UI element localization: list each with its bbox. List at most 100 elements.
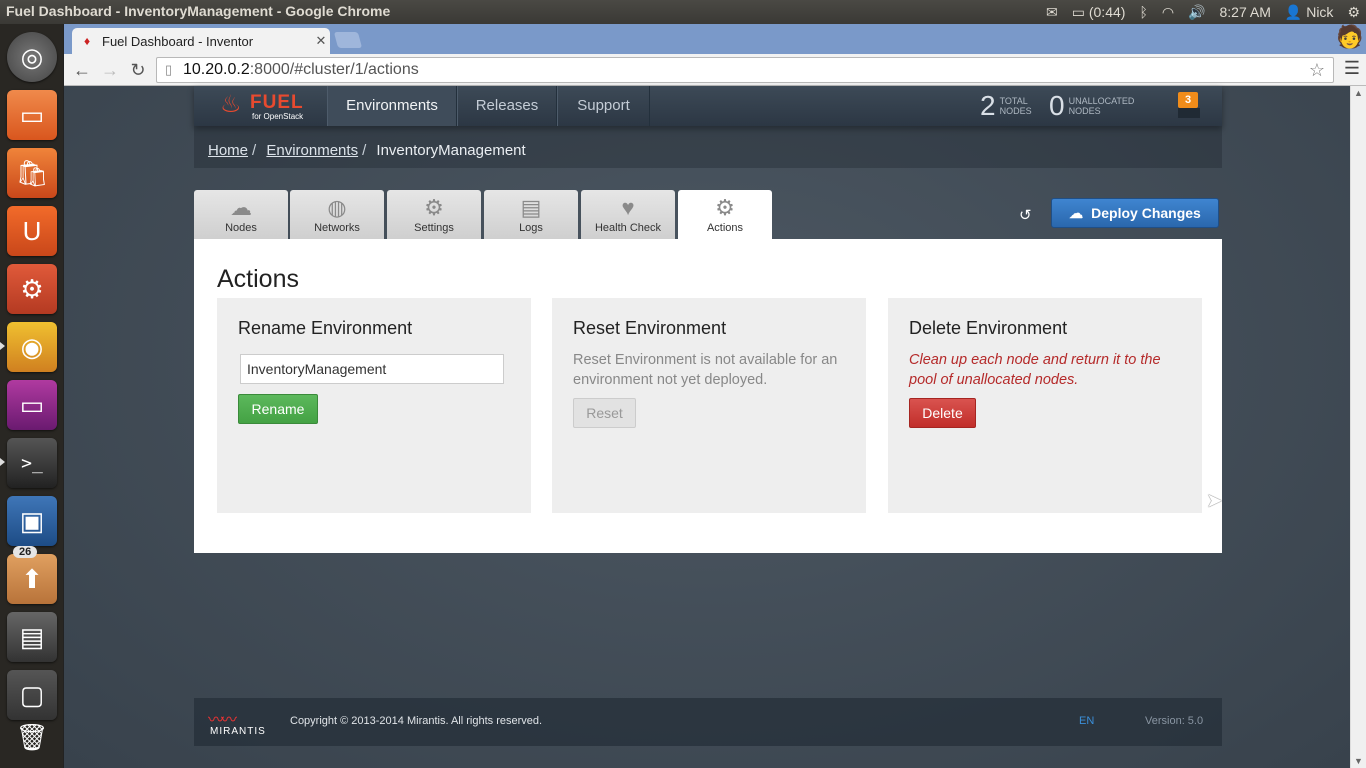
reset-environment-card: Reset Environment Reset Environment is n…: [552, 298, 866, 513]
total-nodes-count: 2: [980, 90, 996, 121]
unallocated-nodes-stat: 0 UNALLOCATED NODES: [1049, 90, 1134, 122]
unallocated-label-line2: NODES: [1068, 106, 1101, 116]
power-gear-icon[interactable]: ⚙: [1347, 4, 1360, 21]
folder-icon[interactable]: ▭: [7, 90, 57, 140]
system-top-panel: Fuel Dashboard - InventoryManagement - G…: [0, 0, 1366, 24]
scroll-down-arrow-icon[interactable]: ▼: [1354, 756, 1363, 766]
scroll-up-arrow-icon[interactable]: ▲: [1354, 88, 1363, 98]
profile-avatar-icon[interactable]: 🧑: [1336, 24, 1364, 52]
reset-button[interactable]: Reset: [573, 398, 636, 428]
shopping-bag-icon[interactable]: 🛍: [7, 148, 57, 198]
breadcrumb-separator: /: [362, 142, 367, 159]
page-footer: 〰〰 MIRANTIS Copyright © 2013-2014 Mirant…: [194, 698, 1222, 746]
url-path: :8000/#cluster/1/actions: [249, 61, 419, 78]
fuel-navbar: ♨ FUEL for OpenStack Environments Releas…: [194, 86, 1222, 126]
system-tray: ✉ ▭ (0:44) ᛒ ◠ 🔊 8:27 AM 👤 Nick ⚙: [1046, 0, 1360, 24]
window-title: Fuel Dashboard - InventoryManagement - G…: [6, 3, 391, 19]
tab-settings[interactable]: ⚙ Settings: [387, 190, 481, 239]
volume-icon[interactable]: 🔊: [1188, 4, 1205, 21]
page-viewport: ♨ FUEL for OpenStack Environments Releas…: [64, 86, 1350, 768]
reset-card-title: Reset Environment: [573, 318, 727, 338]
terminal-icon[interactable]: >_: [7, 438, 57, 488]
close-icon[interactable]: ✕: [312, 33, 330, 49]
bookmark-star-icon[interactable]: ☆: [1309, 58, 1325, 82]
user-icon: 👤: [1284, 3, 1303, 20]
bluetooth-icon[interactable]: ᛒ: [1139, 4, 1147, 20]
unallocated-label-line1: UNALLOCATED: [1068, 96, 1135, 106]
rename-button[interactable]: Rename: [238, 394, 318, 424]
language-switch[interactable]: EN: [1079, 715, 1094, 727]
ubuntu-one-icon[interactable]: U: [7, 206, 57, 256]
page-scrollbar[interactable]: ▲ ▼: [1350, 86, 1366, 768]
page-title: Actions: [217, 265, 299, 293]
tab-label: Health Check: [594, 222, 662, 234]
tab-actions[interactable]: ⚙ Actions: [678, 190, 772, 240]
gear-wrench-icon[interactable]: ⚙: [7, 264, 57, 314]
page-icon: ▯: [165, 62, 173, 77]
unallocated-nodes-label: UNALLOCATED NODES: [1069, 96, 1135, 116]
update-icon[interactable]: ⬆ 26: [7, 546, 57, 604]
tab-health-check[interactable]: ♥ Health Check: [581, 190, 675, 239]
update-count-badge: 26: [13, 546, 38, 558]
tab-networks[interactable]: ◍ Networks: [290, 190, 384, 239]
total-nodes-stat: 2 TOTAL NODES: [980, 90, 1032, 122]
trash-icon[interactable]: 🗑: [7, 712, 57, 762]
mirantis-brand: MIRANTIS: [210, 726, 266, 737]
breadcrumb-current: InventoryManagement: [376, 142, 526, 159]
monitor-icon[interactable]: ▭: [7, 380, 57, 430]
chrome-menu-icon[interactable]: ☰: [1344, 58, 1360, 79]
user-menu[interactable]: 👤 Nick: [1285, 4, 1334, 21]
version-text: Version: 5.0: [1145, 715, 1204, 727]
notifications-button[interactable]: 3: [1178, 92, 1204, 118]
notification-bubble-icon: [1178, 108, 1200, 118]
nav-releases[interactable]: Releases: [457, 86, 557, 126]
breadcrumb-home[interactable]: Home: [208, 142, 248, 159]
new-tab-button[interactable]: [333, 32, 363, 48]
tab-label: Logs: [519, 222, 543, 234]
fuel-logo-icon: ♨: [220, 91, 242, 118]
battery-icon: ▭: [1071, 3, 1085, 20]
tab-logs[interactable]: ▤ Logs: [484, 190, 578, 239]
actions-panel: Actions Rename Environment Rename Reset …: [194, 239, 1222, 553]
address-bar[interactable]: ▯ 10.20.0.2:8000/#cluster/1/actions ☆: [156, 57, 1334, 83]
cloud-upload-icon: ☁: [1069, 204, 1084, 221]
delete-button[interactable]: Delete: [909, 398, 976, 428]
unallocated-nodes-count: 0: [1049, 90, 1065, 121]
chrome-icon[interactable]: ◉: [7, 322, 57, 372]
deploy-changes-button[interactable]: ☁ Deploy Changes: [1051, 198, 1219, 228]
battery-time: (0:44): [1088, 3, 1126, 20]
mirantis-logo[interactable]: 〰〰 MIRANTIS: [204, 706, 268, 738]
total-nodes-label: TOTAL NODES: [1000, 96, 1032, 116]
reload-icon[interactable]: ↻: [126, 58, 150, 82]
ubuntu-logo-icon[interactable]: ◎: [7, 32, 57, 82]
running-indicator: [0, 458, 5, 466]
forward-arrow-icon[interactable]: →: [98, 58, 122, 82]
gear-icon: ⚙: [424, 195, 444, 220]
nav-environments[interactable]: Environments: [327, 86, 457, 126]
virtualbox-icon[interactable]: ▣: [7, 496, 57, 546]
cogs-icon: ⚙: [715, 195, 735, 220]
browser-tab-strip: ♦ Fuel Dashboard - Inventor ✕ 🧑: [64, 24, 1366, 54]
notification-count-badge: 3: [1178, 92, 1198, 108]
environment-name-input[interactable]: [240, 354, 504, 384]
tab-label: Nodes: [225, 222, 257, 234]
running-indicator: [0, 342, 5, 350]
history-icon[interactable]: ↺: [1019, 206, 1032, 224]
clipboard-icon: ▤: [520, 195, 542, 220]
total-label-line2: NODES: [999, 106, 1032, 116]
breadcrumb-environments[interactable]: Environments: [266, 142, 358, 159]
back-arrow-icon[interactable]: ←: [70, 58, 94, 82]
wifi-icon[interactable]: ◠: [1162, 4, 1174, 21]
clock[interactable]: 8:27 AM: [1220, 4, 1271, 20]
delete-card-warning: Clean up each node and return it to the …: [909, 352, 1161, 388]
tab-nodes[interactable]: ☁ Nodes: [194, 190, 288, 239]
mail-icon[interactable]: ✉: [1046, 4, 1058, 21]
fuel-logo[interactable]: ♨ FUEL for OpenStack: [218, 88, 328, 124]
archive-icon[interactable]: ▤: [7, 612, 57, 662]
deploy-label: Deploy Changes: [1091, 205, 1201, 221]
breadcrumb-bar: Home / Environments / InventoryManagement: [194, 126, 1222, 168]
battery-indicator[interactable]: ▭ (0:44): [1072, 4, 1126, 21]
cloud-icon: ☁: [230, 195, 252, 220]
browser-tab-active[interactable]: ♦ Fuel Dashboard - Inventor ✕: [72, 28, 330, 54]
nav-support[interactable]: Support: [557, 86, 650, 126]
